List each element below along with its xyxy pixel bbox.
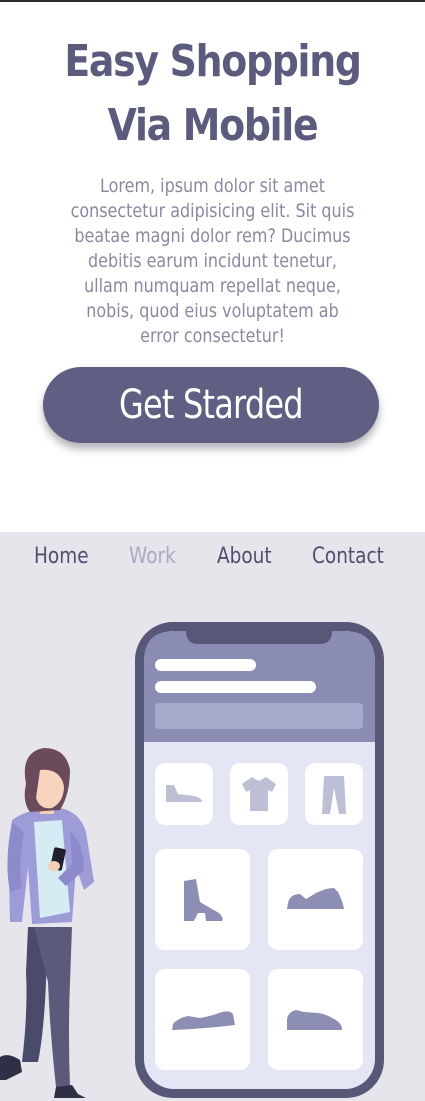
- hero-section: Easy Shopping Via Mobile Lorem, ipsum do…: [0, 2, 425, 532]
- product-card-tshirt[interactable]: [230, 763, 288, 825]
- shopping-illustration: [0, 622, 384, 1098]
- product-card-boot[interactable]: [155, 849, 250, 950]
- hero-description: Lorem, ipsum dolor sit amet consectetur …: [70, 175, 355, 347]
- product-card-sneaker-1[interactable]: [268, 849, 363, 950]
- hero-title: Easy Shopping Via Mobile: [30, 30, 396, 158]
- showcase-section: Home Work About Contact: [0, 532, 425, 1101]
- woman-figure: [0, 748, 94, 1098]
- get-started-button[interactable]: Get Starded: [43, 367, 379, 443]
- product-card-pants[interactable]: [305, 763, 363, 825]
- product-card-sneaker-2[interactable]: [155, 969, 250, 1070]
- get-started-label: Get Starded: [119, 382, 304, 428]
- product-card-sneaker-3[interactable]: [268, 969, 363, 1070]
- hero-title-line1: Easy Shopping: [64, 36, 362, 87]
- product-card-shoe[interactable]: [155, 763, 213, 825]
- hero-title-line2: Via Mobile: [107, 100, 319, 151]
